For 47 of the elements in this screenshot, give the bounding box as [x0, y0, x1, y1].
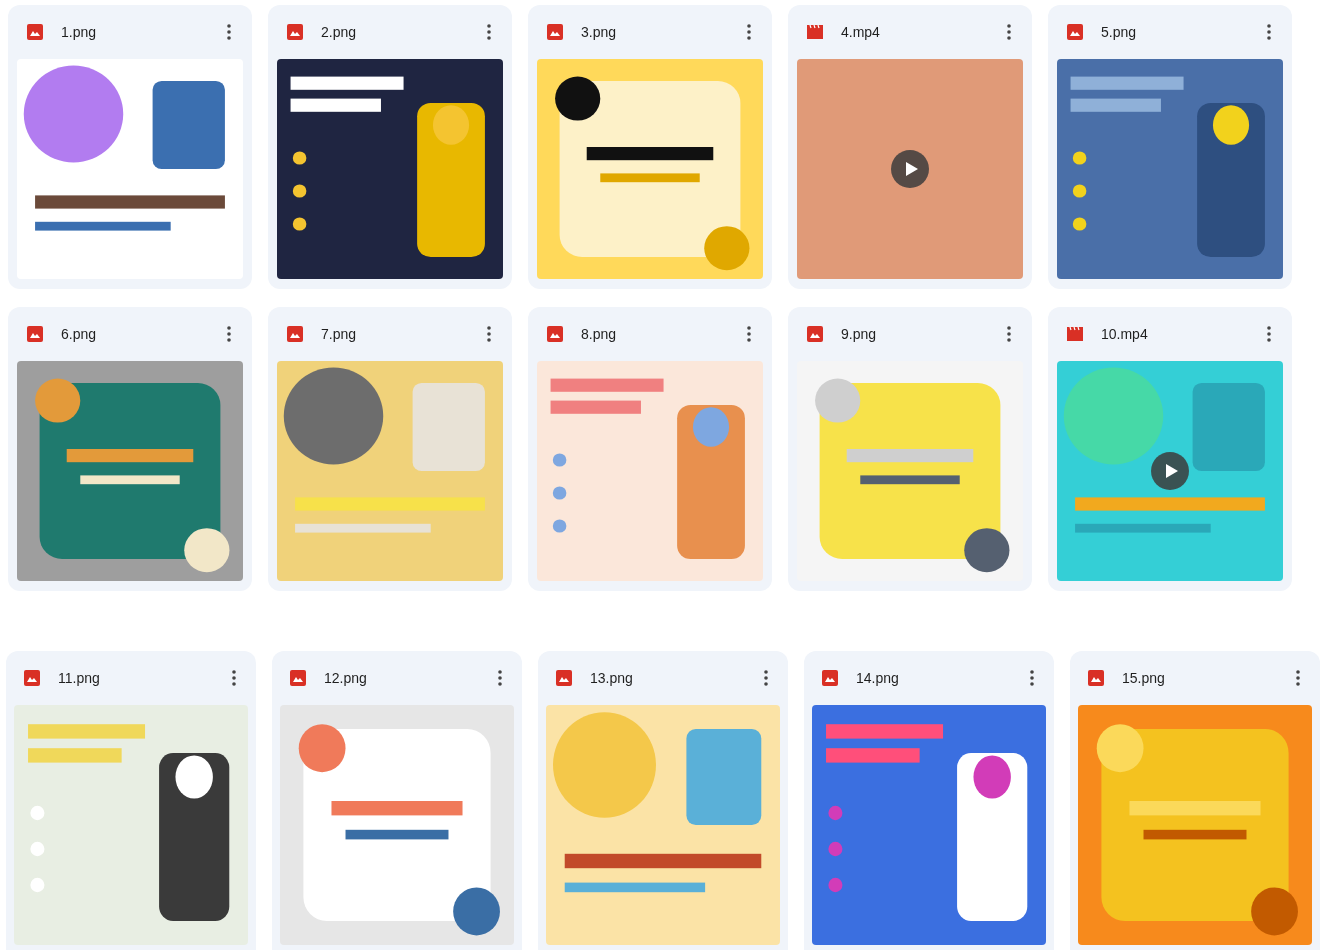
file-card[interactable]: 9.png	[788, 307, 1032, 591]
file-card[interactable]: 11.png	[6, 651, 256, 950]
image-icon	[807, 326, 823, 342]
image-icon	[287, 24, 303, 40]
file-card[interactable]: 4.mp4	[788, 5, 1032, 289]
file-card[interactable]: 14.png	[804, 651, 1054, 950]
file-name: 11.png	[58, 668, 101, 688]
file-card[interactable]: 15.png	[1070, 651, 1320, 950]
file-card[interactable]: 12.png	[272, 651, 522, 950]
file-name: 1.png	[61, 22, 98, 42]
image-icon	[27, 326, 43, 342]
file-card[interactable]: 1.png	[8, 5, 252, 289]
file-card[interactable]: 13.png	[538, 651, 788, 950]
image-icon	[547, 326, 563, 342]
file-card[interactable]: 2.png	[268, 5, 512, 289]
file-name: 9.png	[841, 324, 878, 344]
clapperboard-icon	[1067, 327, 1083, 341]
image-icon	[27, 24, 43, 40]
file-card[interactable]: 8.png	[528, 307, 772, 591]
play-icon[interactable]	[1151, 452, 1189, 490]
file-name: 3.png	[581, 22, 618, 42]
image-icon	[290, 670, 306, 686]
image-icon	[556, 670, 572, 686]
image-icon	[24, 670, 40, 686]
file-name: 10.mp4	[1101, 324, 1149, 344]
image-icon	[1088, 670, 1104, 686]
file-name: 5.png	[1101, 22, 1138, 42]
image-icon	[1067, 24, 1083, 40]
clapperboard-icon	[807, 25, 823, 39]
image-icon	[547, 24, 563, 40]
file-card[interactable]: 10.mp4	[1048, 307, 1292, 591]
file-card[interactable]: 6.png	[8, 307, 252, 591]
file-name: 2.png	[321, 22, 358, 42]
file-name: 6.png	[61, 324, 98, 344]
play-icon[interactable]	[891, 150, 929, 188]
file-card[interactable]: 5.png	[1048, 5, 1292, 289]
file-card[interactable]: 7.png	[268, 307, 512, 591]
image-icon	[287, 326, 303, 342]
file-name: 4.mp4	[841, 22, 881, 42]
file-name: 12.png	[324, 668, 368, 688]
file-name: 7.png	[321, 324, 358, 344]
file-name: 14.png	[856, 668, 900, 688]
file-name: 8.png	[581, 324, 618, 344]
file-card[interactable]: 3.png	[528, 5, 772, 289]
file-name: 13.png	[590, 668, 634, 688]
file-name: 15.png	[1122, 668, 1166, 688]
image-icon	[822, 670, 838, 686]
